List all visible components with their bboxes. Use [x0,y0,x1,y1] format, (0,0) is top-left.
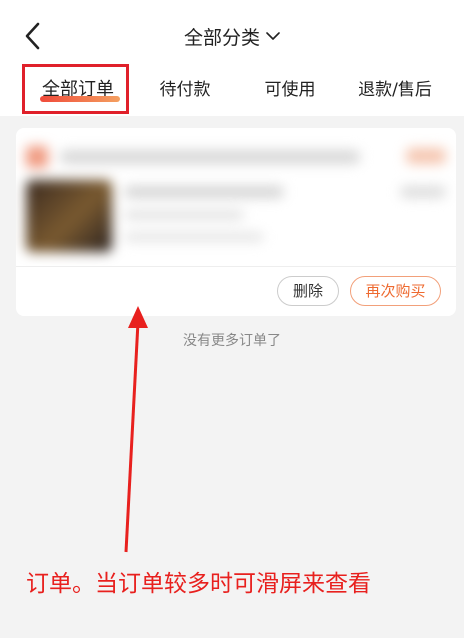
product-spec-placeholder [124,210,244,220]
category-dropdown[interactable]: 全部分类 [184,20,280,52]
product-title-placeholder [124,186,284,198]
chevron-down-icon [266,32,280,40]
page-title: 全部分类 [183,26,260,49]
delete-button[interactable]: 删除 [277,276,339,306]
tab-usable[interactable]: 可使用 [250,68,330,112]
product-info-placeholder [124,232,264,242]
price-placeholder [400,186,446,198]
tab-refund-aftersale[interactable]: 退款/售后 [345,68,445,112]
annotation-caption: 订单。当订单较多时可滑屏来查看 [26,571,371,597]
order-card[interactable]: 删除 再次购买 [16,128,456,316]
product-thumbnail [26,180,112,252]
order-status-placeholder [406,148,446,164]
orders-page: 全部分类 全部订单 待付款 可使用 退款/售后 删除 再次购买 没有更多订单了 … [0,0,464,638]
top-bar: 全部分类 全部订单 待付款 可使用 退款/售后 [0,0,464,116]
shop-name-placeholder [60,150,360,164]
annotation-highlight-box [22,64,129,114]
list-end-text: 没有更多订单了 [183,333,281,349]
shop-icon [26,146,48,168]
title-area: 全部分类 [0,20,464,52]
card-divider [16,266,456,267]
tab-pending-payment[interactable]: 待付款 [145,68,225,112]
blurred-order-details [16,128,456,258]
rebuy-button[interactable]: 再次购买 [350,276,441,306]
